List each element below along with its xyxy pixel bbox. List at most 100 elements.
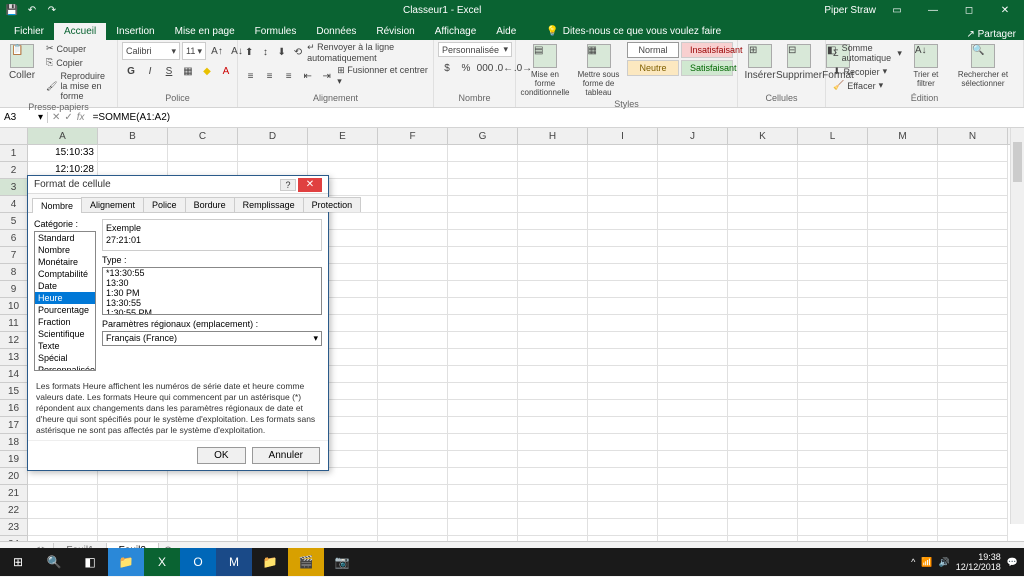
cell-N2[interactable] [938, 162, 1008, 179]
cell-M22[interactable] [868, 502, 938, 519]
cell-L23[interactable] [798, 519, 868, 536]
cut-button[interactable]: ✂ Couper [43, 42, 113, 55]
cell-N16[interactable] [938, 400, 1008, 417]
category-item[interactable]: Personnalisée [35, 364, 95, 371]
cell-K4[interactable] [728, 196, 798, 213]
cell-H10[interactable] [518, 298, 588, 315]
cell-M9[interactable] [868, 281, 938, 298]
col-header-I[interactable]: I [588, 128, 658, 144]
cell-I7[interactable] [588, 247, 658, 264]
cell-H11[interactable] [518, 315, 588, 332]
col-header-L[interactable]: L [798, 128, 868, 144]
cell-M14[interactable] [868, 366, 938, 383]
col-header-N[interactable]: N [938, 128, 1008, 144]
tab-view[interactable]: Affichage [425, 23, 487, 40]
cell-F17[interactable] [378, 417, 448, 434]
cell-M21[interactable] [868, 485, 938, 502]
row-header-23[interactable]: 23 [0, 519, 27, 536]
cell-F11[interactable] [378, 315, 448, 332]
cell-F13[interactable] [378, 349, 448, 366]
cell-F1[interactable] [378, 145, 448, 162]
type-list[interactable]: *13:30:5513:301:30 PM13:30:551:30:55 PM3… [102, 267, 322, 315]
cell-F6[interactable] [378, 230, 448, 247]
cell-N19[interactable] [938, 451, 1008, 468]
cell-L12[interactable] [798, 332, 868, 349]
merge-center-button[interactable]: ⊞ Fusionner et centrer ▾ [337, 65, 429, 87]
row-header-14[interactable]: 14 [0, 366, 27, 383]
cell-I4[interactable] [588, 196, 658, 213]
row-header-16[interactable]: 16 [0, 400, 27, 417]
row-header-6[interactable]: 6 [0, 230, 27, 247]
sort-filter-button[interactable]: A↓Trier et filtrer [908, 42, 944, 90]
wrap-text-button[interactable]: ↵ Renvoyer à la ligne automatiquement [307, 42, 429, 63]
tell-me[interactable]: 💡Dites-nous ce que vous voulez faire [536, 23, 731, 40]
cell-J24[interactable] [658, 536, 728, 541]
cell-N21[interactable] [938, 485, 1008, 502]
format-table-button[interactable]: ▦Mettre sous forme de tableau [573, 42, 624, 99]
cell-F24[interactable] [378, 536, 448, 541]
paste-button[interactable]: 📋Coller [4, 42, 40, 83]
style-good[interactable]: Satisfaisant [681, 60, 733, 76]
row-header-10[interactable]: 10 [0, 298, 27, 315]
align-middle-button[interactable]: ↕ [258, 44, 272, 62]
cell-A23[interactable] [28, 519, 98, 536]
tray-clock[interactable]: 19:3812/12/2018 [956, 552, 1001, 572]
row-header-11[interactable]: 11 [0, 315, 27, 332]
cell-J17[interactable] [658, 417, 728, 434]
cell-F12[interactable] [378, 332, 448, 349]
cell-N17[interactable] [938, 417, 1008, 434]
increase-indent-button[interactable]: ⇥ [318, 67, 335, 85]
row-header-4[interactable]: 4 [0, 196, 27, 213]
cell-I24[interactable] [588, 536, 658, 541]
tray-network-icon[interactable]: 📶 [921, 557, 932, 568]
row-header-19[interactable]: 19 [0, 451, 27, 468]
cell-H6[interactable] [518, 230, 588, 247]
cell-I9[interactable] [588, 281, 658, 298]
cell-I6[interactable] [588, 230, 658, 247]
cell-N6[interactable] [938, 230, 1008, 247]
cell-L2[interactable] [798, 162, 868, 179]
taskbar-app-1[interactable]: 📁 [108, 548, 144, 576]
row-header-12[interactable]: 12 [0, 332, 27, 349]
cell-G19[interactable] [448, 451, 518, 468]
category-item[interactable]: Fraction [35, 316, 95, 328]
cell-N14[interactable] [938, 366, 1008, 383]
cell-I18[interactable] [588, 434, 658, 451]
cell-F8[interactable] [378, 264, 448, 281]
cell-G5[interactable] [448, 213, 518, 230]
cell-M4[interactable] [868, 196, 938, 213]
cell-F2[interactable] [378, 162, 448, 179]
taskbar-app-4[interactable]: M [216, 548, 252, 576]
cell-G21[interactable] [448, 485, 518, 502]
user-name[interactable]: Piper Straw [824, 5, 876, 16]
cell-L10[interactable] [798, 298, 868, 315]
cell-K7[interactable] [728, 247, 798, 264]
cell-I8[interactable] [588, 264, 658, 281]
col-header-B[interactable]: B [98, 128, 168, 144]
cell-E21[interactable] [308, 485, 378, 502]
redo-icon[interactable]: ↷ [44, 2, 60, 18]
cell-M2[interactable] [868, 162, 938, 179]
cell-G22[interactable] [448, 502, 518, 519]
row-header-2[interactable]: 2 [0, 162, 27, 179]
cell-M1[interactable] [868, 145, 938, 162]
cell-L9[interactable] [798, 281, 868, 298]
col-header-D[interactable]: D [238, 128, 308, 144]
tab-home[interactable]: Accueil [54, 23, 106, 40]
row-header-17[interactable]: 17 [0, 417, 27, 434]
cell-N24[interactable] [938, 536, 1008, 541]
taskbar-app-3[interactable]: O [180, 548, 216, 576]
tab-insert[interactable]: Insertion [106, 23, 164, 40]
col-header-C[interactable]: C [168, 128, 238, 144]
cell-C22[interactable] [168, 502, 238, 519]
dialog-tab-font[interactable]: Police [143, 197, 186, 212]
cell-K1[interactable] [728, 145, 798, 162]
cell-J1[interactable] [658, 145, 728, 162]
cell-F19[interactable] [378, 451, 448, 468]
taskbar-app-6[interactable]: 🎬 [288, 548, 324, 576]
cell-I15[interactable] [588, 383, 658, 400]
col-header-E[interactable]: E [308, 128, 378, 144]
cell-L17[interactable] [798, 417, 868, 434]
cell-K10[interactable] [728, 298, 798, 315]
orientation-button[interactable]: ⟲ [291, 44, 305, 62]
